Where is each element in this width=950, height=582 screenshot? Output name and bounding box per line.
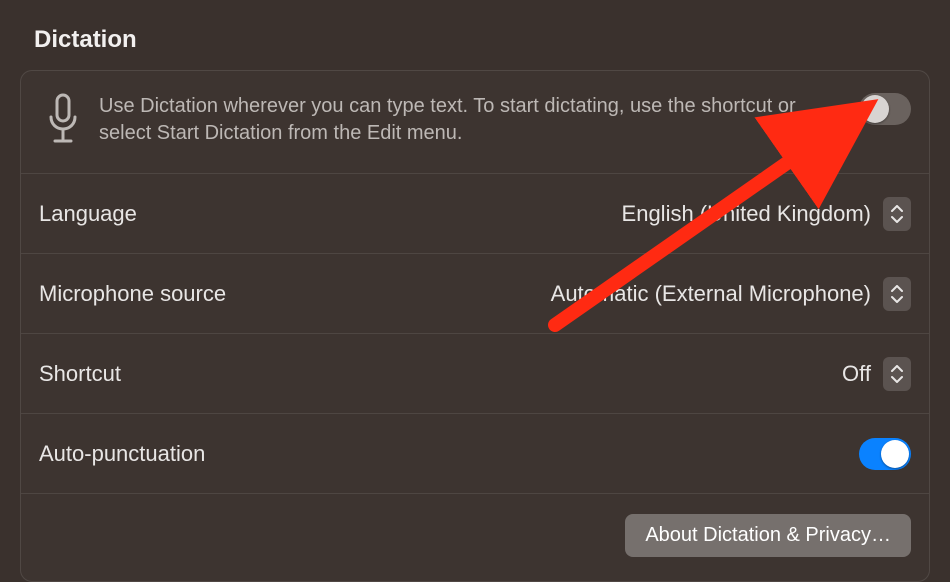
dictation-intro-text: Use Dictation wherever you can type text… <box>99 93 859 147</box>
shortcut-row: Shortcut Off <box>21 334 929 414</box>
dictation-settings-panel: Use Dictation wherever you can type text… <box>20 70 930 582</box>
language-stepper[interactable] <box>883 197 911 231</box>
microphone-source-row: Microphone source Automatic (External Mi… <box>21 254 929 334</box>
dictation-toggle[interactable] <box>859 93 911 125</box>
auto-punctuation-label: Auto-punctuation <box>39 441 205 467</box>
shortcut-stepper[interactable] <box>883 357 911 391</box>
microphone-source-stepper[interactable] <box>883 277 911 311</box>
microphone-source-label: Microphone source <box>39 281 226 307</box>
language-value: English (United Kingdom) <box>622 201 871 227</box>
dictation-intro-row: Use Dictation wherever you can type text… <box>21 71 929 174</box>
microphone-icon <box>39 93 87 145</box>
language-row: Language English (United Kingdom) <box>21 174 929 254</box>
auto-punctuation-row: Auto-punctuation <box>21 414 929 494</box>
about-dictation-privacy-button[interactable]: About Dictation & Privacy… <box>625 514 911 557</box>
language-label: Language <box>39 201 137 227</box>
shortcut-value: Off <box>842 361 871 387</box>
auto-punctuation-toggle[interactable] <box>859 438 911 470</box>
microphone-source-value: Automatic (External Microphone) <box>551 281 871 307</box>
footer-row: About Dictation & Privacy… <box>21 494 929 581</box>
page-title: Dictation <box>34 26 930 54</box>
shortcut-label: Shortcut <box>39 361 121 387</box>
